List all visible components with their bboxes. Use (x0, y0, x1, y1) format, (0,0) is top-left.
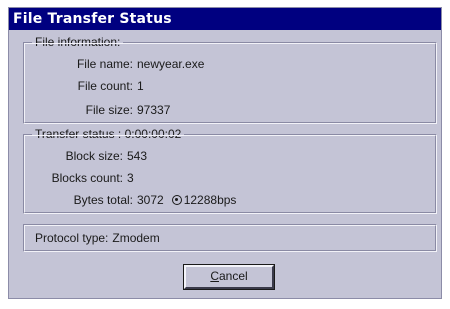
dialog-title: File Transfer Status (9, 8, 441, 30)
file-size-row: File size: 97337 (23, 102, 171, 118)
file-count-value: 1 (137, 79, 144, 93)
block-size-value: 543 (127, 149, 148, 163)
elapsed-time: 0:00:00:02 (124, 127, 182, 141)
file-count-row: File count: 1 (23, 78, 144, 94)
cancel-button-label: ancel (218, 269, 248, 283)
cancel-button-mnemonic: C (210, 269, 219, 283)
file-count-label: File count: (77, 79, 133, 93)
blocks-count-label: Blocks count: (51, 171, 123, 185)
file-name-value: newyear.exe (137, 57, 205, 71)
file-name-row: File name: newyear.exe (23, 56, 204, 72)
transfer-status-group-label: Transfer status : 0:00:00:02 (32, 126, 185, 142)
file-size-label: File size: (85, 103, 133, 117)
file-information-group-label: File information: (32, 34, 124, 50)
protocol-type-label: Protocol type: (35, 231, 109, 245)
file-name-label: File name: (76, 57, 133, 71)
protocol-row: Protocol type: Zmodem (35, 230, 160, 246)
block-size-label: Block size: (65, 149, 123, 163)
blocks-count-value: 3 (127, 171, 134, 185)
file-transfer-status-dialog: File Transfer Status File information: F… (8, 7, 442, 299)
bytes-total-row: Bytes total: 3072 12288bps (23, 192, 237, 208)
speed-gauge-icon (171, 195, 182, 205)
protocol-type-value: Zmodem (112, 231, 160, 245)
block-size-row: Block size: 543 (23, 148, 147, 164)
cancel-button[interactable]: Cancel (183, 264, 275, 290)
bytes-total-value: 3072 (137, 193, 164, 207)
file-size-value: 97337 (137, 103, 171, 117)
blocks-count-row: Blocks count: 3 (23, 170, 134, 186)
transfer-speed-value: 12288bps (183, 193, 237, 207)
transfer-status-label: Transfer status : (35, 127, 122, 141)
bytes-total-label: Bytes total: (73, 193, 133, 207)
